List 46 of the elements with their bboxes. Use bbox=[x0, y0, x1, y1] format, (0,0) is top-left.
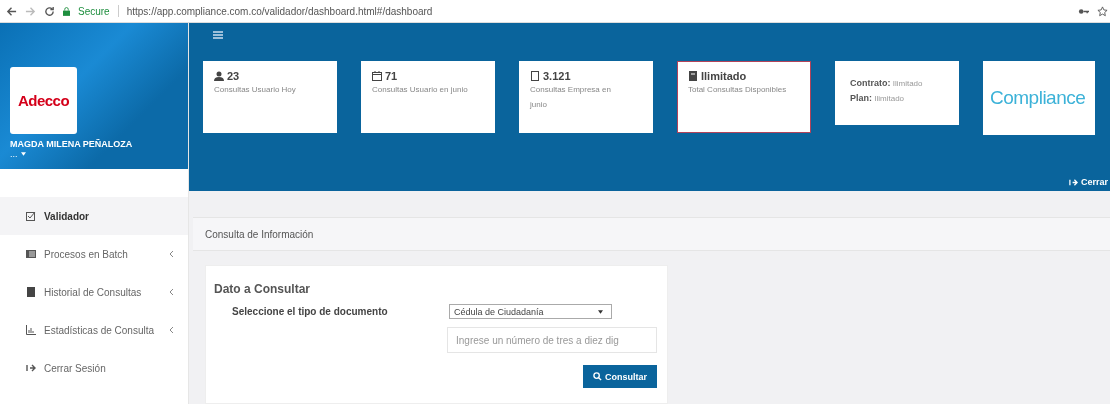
document-type-select[interactable]: Cédula de Ciudadanía bbox=[449, 304, 612, 319]
lock-icon bbox=[63, 6, 70, 16]
secure-label: Secure bbox=[78, 5, 110, 17]
sidebar-item[interactable]: Procesos en Batch bbox=[0, 235, 188, 273]
caret-icon[interactable] bbox=[20, 152, 26, 156]
caret-icon bbox=[598, 309, 603, 314]
sidebar-item[interactable]: Validador bbox=[0, 197, 188, 235]
panel-title: Consulta de Información bbox=[193, 217, 1110, 251]
search-icon bbox=[593, 372, 602, 381]
stat-label: Consultas Usuario en junio bbox=[372, 84, 469, 96]
star-icon[interactable] bbox=[1097, 5, 1108, 17]
list-icon bbox=[26, 249, 36, 259]
field-label: Seleccione el tipo de documento bbox=[232, 306, 389, 317]
stat-value: Ilimitado bbox=[701, 70, 747, 82]
contract-line: Contrato: Ilimitado bbox=[850, 78, 924, 88]
sidebar-item[interactable]: Historial de Consultas bbox=[0, 273, 188, 311]
user-icon bbox=[214, 71, 224, 81]
reload-icon[interactable] bbox=[44, 5, 55, 17]
stat-label: Consultas Usuario Hoy bbox=[214, 84, 297, 96]
contract-line: Plan: Ilimitado bbox=[850, 93, 906, 103]
bar-chart-icon bbox=[26, 325, 36, 335]
company-logo: Adecco bbox=[10, 67, 77, 134]
sign-out-icon bbox=[26, 363, 36, 373]
brand-logo: Compliance bbox=[990, 87, 1087, 109]
sign-out-icon bbox=[1068, 177, 1078, 187]
calendar-icon bbox=[372, 71, 382, 81]
book-icon bbox=[26, 287, 36, 297]
stat-label: Total Consultas Disponibles bbox=[688, 84, 788, 96]
sidebar-item[interactable]: Estadísticas de Consulta bbox=[0, 311, 188, 349]
checkbox-icon bbox=[26, 211, 36, 221]
book-icon bbox=[688, 71, 698, 81]
form-heading: Dato a Consultar bbox=[214, 282, 311, 296]
user-name[interactable]: MAGDA MILENA PEÑALOZA bbox=[10, 139, 188, 149]
menu-icon[interactable] bbox=[213, 31, 223, 39]
user-name-more[interactable]: ... bbox=[10, 149, 18, 159]
stat-value: 23 bbox=[227, 70, 240, 82]
address-bar[interactable]: https://app.compliance.com.co/validador/dashboard.html#/dashboard bbox=[126, 5, 433, 17]
number-input-field[interactable]: Ingrese un número de tres a diez dig bbox=[447, 327, 657, 353]
logout-link[interactable]: Cerrar bbox=[1068, 177, 1110, 187]
stat-label: Consultas Empresa en junio bbox=[530, 84, 612, 111]
sidebar-item[interactable]: Cerrar Sesión bbox=[0, 349, 188, 387]
stat-value: 71 bbox=[385, 70, 398, 82]
back-icon[interactable] bbox=[6, 5, 17, 17]
tablet-icon bbox=[530, 71, 540, 81]
stat-value: 3.121 bbox=[543, 70, 571, 82]
consult-button[interactable]: Consultar bbox=[583, 365, 657, 388]
